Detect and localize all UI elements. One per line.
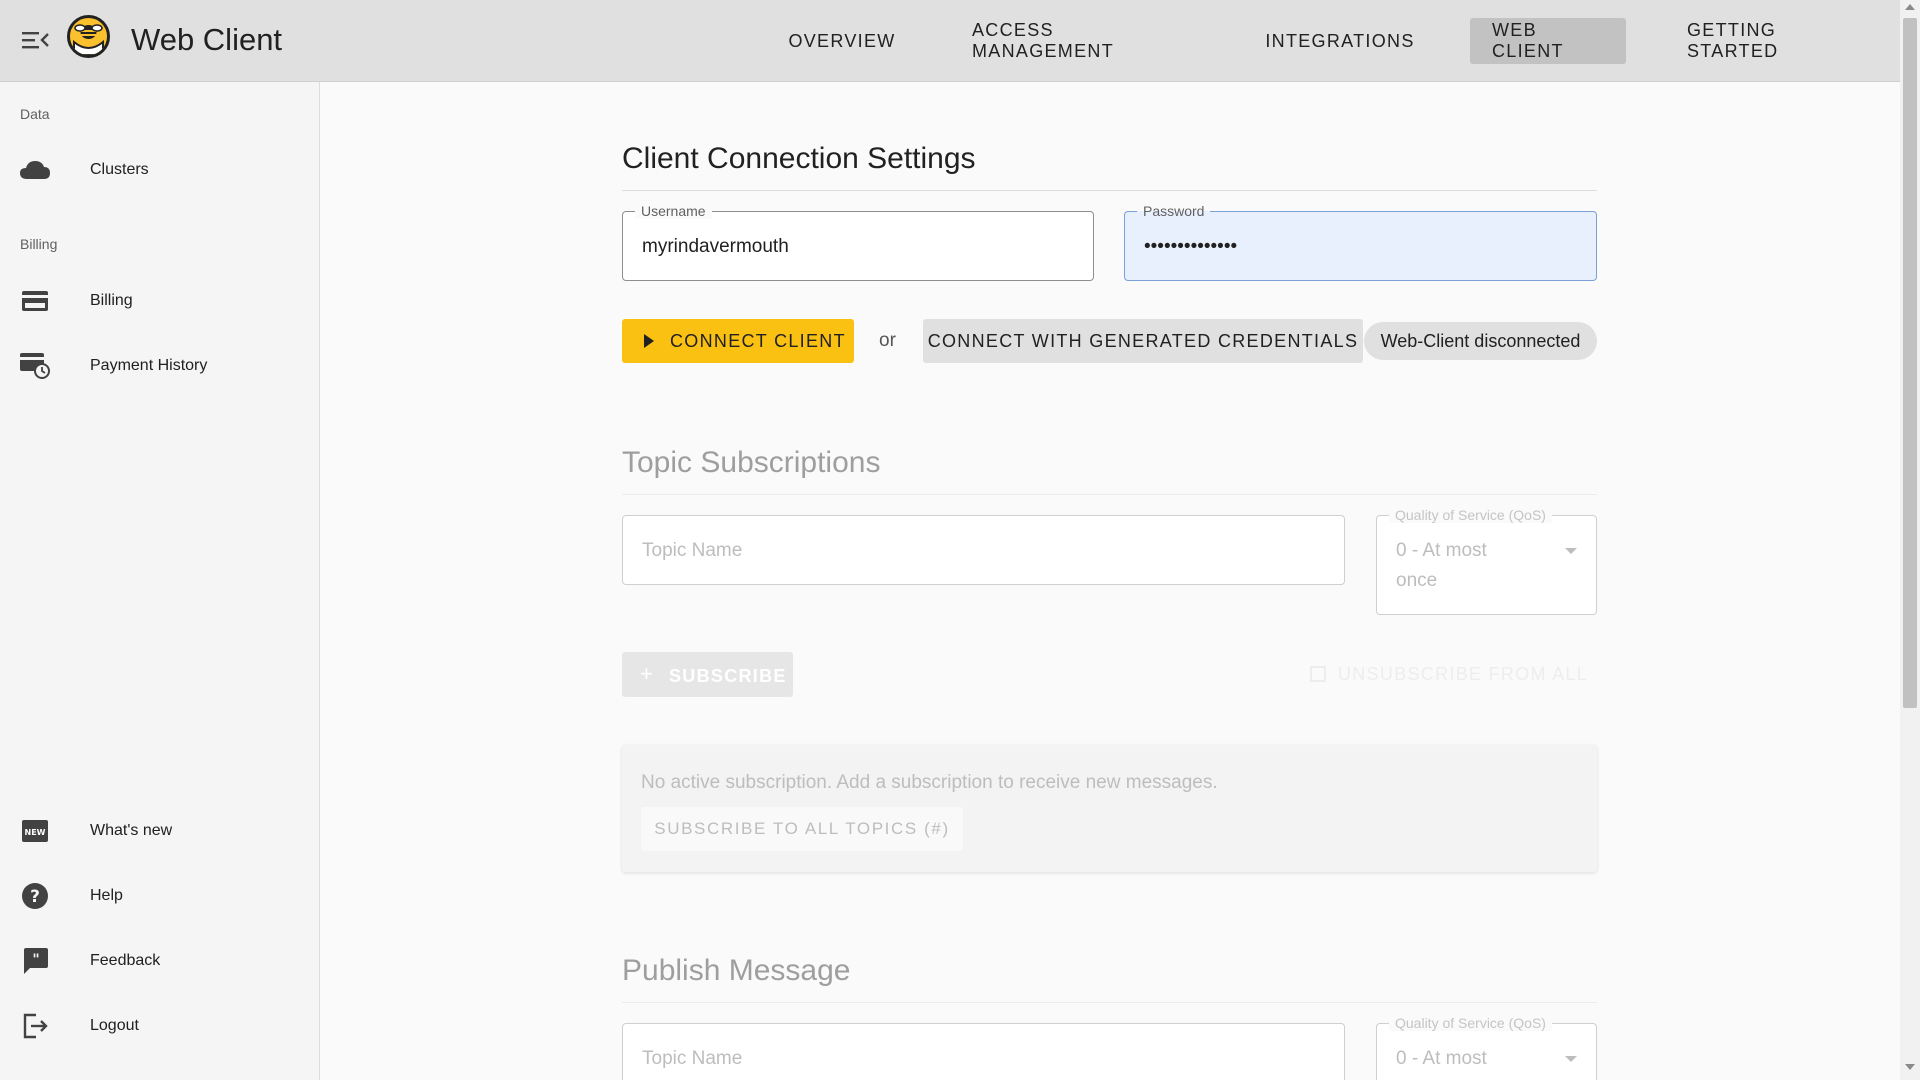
sidebar-item-label: Billing bbox=[90, 292, 133, 309]
subscribe-button[interactable]: + SUBSCRIBE bbox=[622, 652, 793, 697]
app-title: Web Client bbox=[131, 22, 283, 57]
sidebar-item-whats-new[interactable]: NEW What's new bbox=[0, 804, 319, 858]
topic-placeholder: Topic Name bbox=[642, 1048, 743, 1069]
credit-card-icon bbox=[20, 286, 50, 316]
sidebar-item-clusters[interactable]: Clusters bbox=[0, 143, 319, 197]
feedback-icon: " bbox=[20, 946, 50, 976]
subscribe-all-topics-button[interactable]: SUBSCRIBE TO ALL TOPICS (#) bbox=[641, 807, 963, 851]
qos-label: Quality of Service (QoS) bbox=[1389, 507, 1552, 523]
sidebar-section-billing: Billing bbox=[20, 236, 58, 252]
subscribe-qos-select[interactable]: Quality of Service (QoS) 0 - At most onc… bbox=[1376, 507, 1597, 615]
sidebar: Data Clusters Billing Billing Payment Hi… bbox=[0, 82, 320, 1080]
subscribe-label: SUBSCRIBE bbox=[669, 666, 787, 686]
sidebar-item-label: Logout bbox=[90, 1017, 139, 1034]
publish-qos-select[interactable]: Quality of Service (QoS) 0 - At most bbox=[1376, 1015, 1597, 1080]
connect-client-label: CONNECT CLIENT bbox=[670, 331, 846, 351]
divider bbox=[622, 1002, 1597, 1003]
connection-settings-title: Client Connection Settings bbox=[622, 142, 976, 175]
connect-client-button[interactable]: CONNECT CLIENT bbox=[622, 319, 854, 363]
connection-status-chip: Web-Client disconnected bbox=[1364, 322, 1597, 360]
collapse-menu-icon[interactable] bbox=[22, 28, 50, 52]
unsubscribe-all-label: UNSUBSCRIBE FROM ALL bbox=[1338, 664, 1589, 684]
nav-web-client[interactable]: WEB CLIENT bbox=[1470, 18, 1626, 64]
sidebar-item-label: Clusters bbox=[90, 161, 149, 178]
topic-subscriptions-title: Topic Subscriptions bbox=[622, 446, 881, 479]
sidebar-item-label: Help bbox=[90, 887, 123, 904]
chevron-down-icon bbox=[1565, 1056, 1577, 1062]
sidebar-item-logout[interactable]: Logout bbox=[0, 999, 319, 1053]
username-label: Username bbox=[635, 203, 712, 219]
qos-value-line1: 0 - At most bbox=[1396, 1048, 1487, 1069]
chevron-down-icon bbox=[1565, 548, 1577, 554]
cloud-icon bbox=[20, 155, 50, 185]
publish-topic-input[interactable]: Topic Name bbox=[622, 1023, 1345, 1080]
topic-placeholder: Topic Name bbox=[642, 540, 743, 561]
username-field[interactable]: Username myrindavermouth bbox=[622, 203, 1094, 281]
sidebar-item-help[interactable]: ? Help bbox=[0, 869, 319, 923]
sidebar-item-billing[interactable]: Billing bbox=[0, 274, 319, 328]
sidebar-section-data: Data bbox=[20, 106, 50, 122]
unsubscribe-all-button[interactable]: UNSUBSCRIBE FROM ALL bbox=[1310, 664, 1588, 685]
svg-text:": " bbox=[32, 952, 39, 968]
svg-text:NEW: NEW bbox=[25, 828, 46, 837]
nav-getting-started[interactable]: GETTING STARTED bbox=[1665, 18, 1879, 64]
svg-text:?: ? bbox=[30, 887, 40, 907]
payment-history-icon bbox=[20, 351, 50, 381]
or-text: or bbox=[879, 330, 896, 351]
scroll-down-arrow-icon[interactable] bbox=[1905, 1064, 1915, 1070]
scroll-up-arrow-icon[interactable] bbox=[1905, 4, 1915, 10]
sidebar-item-label: Feedback bbox=[90, 952, 161, 969]
help-icon: ? bbox=[20, 881, 50, 911]
divider bbox=[622, 190, 1597, 191]
scrollbar-thumb[interactable] bbox=[1903, 18, 1917, 708]
nav-access-management[interactable]: ACCESS MANAGEMENT bbox=[950, 18, 1210, 64]
bee-logo-icon bbox=[67, 15, 110, 58]
empty-subscriptions-message: No active subscription. Add a subscripti… bbox=[641, 772, 1218, 793]
publish-message-title: Publish Message bbox=[622, 954, 851, 987]
password-field[interactable]: Password •••••••••••••• bbox=[1124, 203, 1597, 281]
nav-overview[interactable]: OVERVIEW bbox=[770, 18, 914, 64]
sidebar-item-label: What's new bbox=[90, 822, 173, 839]
new-badge-icon: NEW bbox=[20, 816, 50, 846]
play-icon bbox=[644, 334, 654, 348]
subscriptions-card: No active subscription. Add a subscripti… bbox=[622, 745, 1597, 872]
sidebar-item-feedback[interactable]: " Feedback bbox=[0, 934, 319, 988]
nav-integrations[interactable]: INTEGRATIONS bbox=[1250, 18, 1430, 64]
plus-icon: + bbox=[640, 661, 655, 686]
password-label: Password bbox=[1137, 203, 1211, 219]
username-value: myrindavermouth bbox=[642, 236, 789, 257]
sidebar-item-payment-history[interactable]: Payment History bbox=[0, 339, 319, 393]
connect-generated-credentials-button[interactable]: CONNECT WITH GENERATED CREDENTIALS bbox=[923, 319, 1363, 363]
logout-icon bbox=[20, 1011, 50, 1041]
password-value: •••••••••••••• bbox=[1144, 236, 1238, 257]
delete-sweep-icon bbox=[1310, 666, 1326, 682]
page-scrollbar[interactable] bbox=[1900, 0, 1920, 1080]
divider bbox=[622, 494, 1597, 495]
app-header: Web Client OVERVIEW ACCESS MANAGEMENT IN… bbox=[0, 0, 1900, 82]
qos-value-line2: once bbox=[1396, 570, 1438, 591]
subscribe-topic-input[interactable]: Topic Name bbox=[622, 515, 1345, 585]
qos-label: Quality of Service (QoS) bbox=[1389, 1015, 1552, 1031]
sidebar-item-label: Payment History bbox=[90, 357, 208, 374]
qos-value-line1: 0 - At most bbox=[1396, 540, 1487, 561]
